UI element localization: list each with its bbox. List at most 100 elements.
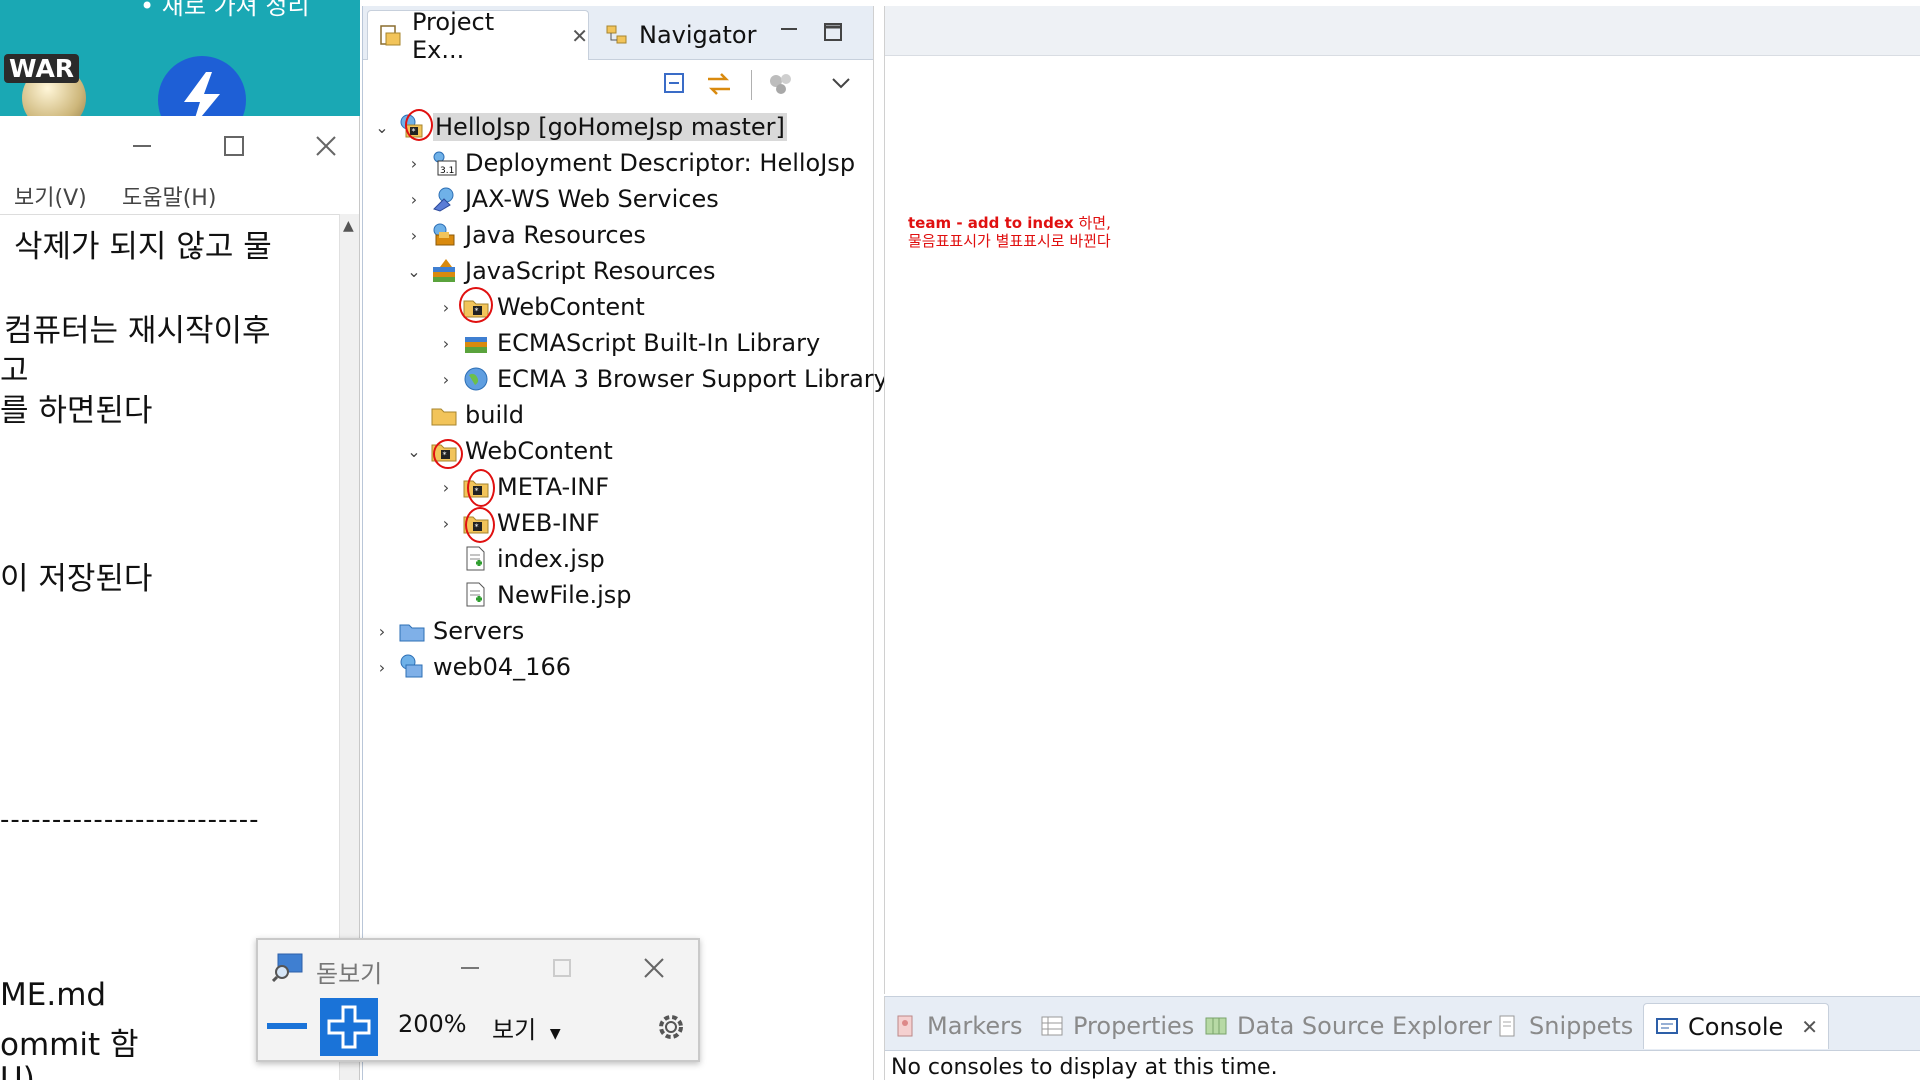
text-line: 를 하면된다 bbox=[0, 393, 153, 429]
maximize-view-button[interactable] bbox=[813, 12, 853, 52]
tree-node-jax-ws[interactable]: › JAX-WS Web Services bbox=[405, 182, 719, 216]
chevron-right-icon[interactable]: › bbox=[437, 514, 455, 533]
magnifier-titlebar: 돋보기 bbox=[258, 940, 698, 996]
tab-markers-label: Markers bbox=[927, 1012, 1023, 1040]
tree-node-label: index.jsp bbox=[497, 545, 605, 573]
folder-icon bbox=[429, 401, 459, 429]
tab-snippets-label: Snippets bbox=[1529, 1012, 1634, 1040]
tree-node-index-jsp[interactable]: index.jsp bbox=[437, 542, 605, 576]
tree-node-ecmascript-library[interactable]: › ECMAScript Built-In Library bbox=[437, 326, 820, 360]
annotation-note: team - add to index 하면, 물음표표시가 별표표시로 바뀐다 bbox=[908, 214, 1111, 250]
tab-data-source-explorer[interactable]: Data Source Explorer bbox=[1203, 1003, 1492, 1049]
menu-view[interactable]: 보기(V) bbox=[14, 180, 87, 212]
tab-markers[interactable]: Markers bbox=[893, 1003, 1022, 1049]
settings-gear-icon[interactable] bbox=[654, 1010, 688, 1048]
tree-node-hellojsp[interactable]: ⌄ * HelloJsp [goHomeJsp master] bbox=[373, 109, 787, 144]
zoom-out-button[interactable] bbox=[262, 998, 312, 1056]
annotation-line1-rest: 하면, bbox=[1073, 214, 1111, 232]
chevron-right-icon[interactable]: › bbox=[405, 154, 423, 173]
package-explorer-icon bbox=[378, 23, 404, 49]
scroll-up-icon[interactable]: ▲ bbox=[343, 218, 354, 234]
close-icon[interactable]: ✕ bbox=[1801, 1015, 1818, 1039]
text-line-divider: ------------------------- bbox=[0, 805, 260, 835]
minimize-button[interactable] bbox=[122, 126, 162, 166]
deployment-descriptor-icon: 3.1 bbox=[429, 149, 459, 177]
notepad-titlebar bbox=[0, 116, 359, 176]
chevron-right-icon[interactable]: › bbox=[405, 190, 423, 209]
chevron-down-icon[interactable]: ⌄ bbox=[405, 442, 423, 461]
chevron-right-icon[interactable]: › bbox=[373, 622, 391, 641]
focus-on-working-set-icon[interactable] bbox=[765, 68, 797, 100]
tree-node-label: ECMA 3 Browser Support Library bbox=[497, 365, 888, 393]
folder-icon bbox=[397, 617, 427, 645]
chevron-right-icon[interactable]: › bbox=[437, 334, 455, 353]
bottom-panel: Markers Properties Data Source Explorer … bbox=[884, 996, 1920, 1080]
tree-node-label: Deployment Descriptor: HelloJsp bbox=[465, 149, 856, 177]
console-message: No consoles to display at this time. bbox=[891, 1055, 1278, 1080]
close-icon[interactable]: ✕ bbox=[571, 24, 588, 48]
magnifier-controls: 200% 보기 ▼ bbox=[258, 996, 698, 1060]
tree-node-servers[interactable]: › Servers bbox=[373, 614, 524, 648]
tree-node-newfile-jsp[interactable]: NewFile.jsp bbox=[437, 578, 632, 612]
library-icon bbox=[461, 329, 491, 357]
maximize-button[interactable] bbox=[214, 126, 254, 166]
view-dropdown[interactable]: 보기 ▼ bbox=[492, 1010, 561, 1045]
war-file-icon[interactable]: WAR bbox=[4, 48, 86, 116]
chevron-down-icon[interactable]: ⌄ bbox=[405, 262, 423, 281]
link-with-editor-icon[interactable] bbox=[703, 68, 735, 100]
tree-node-label: Servers bbox=[433, 617, 525, 645]
tree-node-javascript-resources[interactable]: ⌄ JavaScript Resources bbox=[405, 254, 715, 288]
editor-area[interactable] bbox=[884, 6, 1920, 994]
folder-icon: * bbox=[461, 507, 495, 543]
minimize-button[interactable] bbox=[450, 948, 490, 988]
chevron-right-icon[interactable]: › bbox=[437, 370, 455, 389]
tree-node-label: WebContent bbox=[465, 437, 613, 465]
tree-node-web-inf[interactable]: › * WEB-INF bbox=[437, 506, 600, 543]
tree-node-ecma3-browser-library[interactable]: › ECMA 3 Browser Support Library bbox=[437, 362, 888, 396]
tab-console[interactable]: Console ✕ bbox=[1643, 1003, 1830, 1049]
folder-icon: * bbox=[459, 287, 493, 323]
collapse-all-icon[interactable] bbox=[659, 68, 691, 100]
tab-properties[interactable]: Properties bbox=[1039, 1003, 1194, 1049]
tree-node-label: web04_166 bbox=[433, 653, 571, 681]
tree-node-webcontent[interactable]: ⌄ * WebContent bbox=[405, 434, 613, 469]
notepad-menubar: 보기(V) 도움말(H) bbox=[0, 176, 359, 214]
chevron-right-icon[interactable]: › bbox=[405, 226, 423, 245]
chevron-right-icon[interactable]: › bbox=[437, 298, 455, 317]
tab-project-explorer[interactable]: Project Ex... ✕ bbox=[367, 8, 589, 64]
close-button[interactable] bbox=[634, 948, 674, 988]
chevron-right-icon[interactable]: › bbox=[437, 478, 455, 497]
tab-snippets[interactable]: Snippets bbox=[1495, 1003, 1633, 1049]
explorer-tabbar: Project Ex... ✕ Navigator bbox=[363, 6, 873, 64]
web-services-icon bbox=[429, 185, 459, 213]
text-line: U) bbox=[0, 1061, 35, 1080]
tree-node-deployment-descriptor[interactable]: › 3.1 Deployment Descriptor: HelloJsp bbox=[405, 146, 855, 180]
close-button[interactable] bbox=[306, 126, 346, 166]
tree-node-label: Java Resources bbox=[465, 221, 646, 249]
bottom-panel-tabs: Markers Properties Data Source Explorer … bbox=[885, 997, 1920, 1051]
view-menu-icon[interactable] bbox=[825, 68, 857, 100]
tree-node-meta-inf[interactable]: › * META-INF bbox=[437, 469, 609, 507]
chevron-down-icon[interactable]: ⌄ bbox=[373, 118, 391, 137]
annotation-line2: 물음표표시가 별표표시로 바뀐다 bbox=[908, 232, 1111, 250]
magnifier-window: 돋보기 200% 보기 ▼ bbox=[256, 938, 700, 1062]
markers-icon bbox=[893, 1013, 919, 1039]
zoom-in-button[interactable] bbox=[320, 998, 378, 1056]
tree-node-label: ECMAScript Built-In Library bbox=[497, 329, 821, 357]
tab-project-explorer-label: Project Ex... bbox=[412, 7, 495, 64]
menu-help[interactable]: 도움말(H) bbox=[122, 180, 216, 212]
tree-node-label: build bbox=[465, 401, 525, 429]
text-line: 이 저장된다 bbox=[0, 561, 153, 597]
svg-text:3.1: 3.1 bbox=[440, 166, 454, 176]
tab-navigator[interactable]: Navigator bbox=[595, 10, 765, 60]
globe-icon bbox=[461, 365, 491, 393]
tree-node-js-webcontent[interactable]: › * WebContent bbox=[437, 287, 645, 324]
tree-node-web04-166[interactable]: › web04_166 bbox=[373, 650, 571, 684]
zoom-level: 200% bbox=[398, 1010, 467, 1038]
maximize-button[interactable] bbox=[542, 948, 582, 988]
tree-node-build[interactable]: build bbox=[405, 398, 524, 432]
chevron-right-icon[interactable]: › bbox=[373, 658, 391, 677]
bolt-app-icon[interactable] bbox=[158, 56, 246, 116]
minimize-view-button[interactable] bbox=[769, 12, 809, 52]
tree-node-java-resources[interactable]: › Java Resources bbox=[405, 218, 646, 252]
